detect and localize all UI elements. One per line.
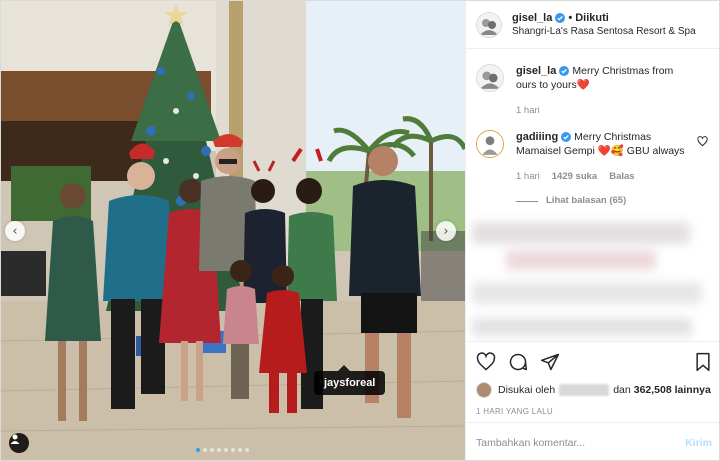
caption-body: gisel_la Merry Christmas from ours to you… bbox=[516, 64, 691, 118]
instagram-post-modal: ‹ › jaysforeal gisel_la • Diikuti Shangr… bbox=[0, 0, 720, 461]
bookmark-icon[interactable] bbox=[694, 352, 712, 372]
carousel-dot bbox=[217, 448, 221, 452]
carousel-dot bbox=[196, 448, 200, 452]
likes-prefix: Disukai oleh bbox=[498, 384, 556, 396]
reply-button[interactable]: Balas bbox=[609, 170, 634, 184]
user-tags-icon[interactable] bbox=[9, 433, 29, 453]
author-username[interactable]: gisel_la bbox=[512, 11, 552, 25]
likes-count[interactable]: 362,508 lainnya bbox=[634, 384, 711, 396]
carousel-dot bbox=[203, 448, 207, 452]
comment-emoji: ❤️🥰 bbox=[597, 145, 624, 157]
photo-illustration bbox=[1, 1, 465, 460]
previous-photo-button[interactable]: ‹ bbox=[5, 221, 25, 241]
comment-composer: Kirim bbox=[466, 422, 719, 460]
carousel-dot bbox=[238, 448, 242, 452]
avatar-image bbox=[477, 131, 503, 157]
commenter-avatar[interactable] bbox=[476, 130, 504, 158]
post-location[interactable]: Shangri-La's Rasa Sentosa Resort & Spa bbox=[512, 25, 696, 39]
likes-summary: Disukai oleh dan 362,508 lainnya bbox=[476, 382, 712, 398]
caption-username[interactable]: gisel_la bbox=[516, 65, 556, 77]
post-photo[interactable]: ‹ › jaysforeal bbox=[1, 1, 465, 460]
comment-input[interactable] bbox=[476, 436, 686, 449]
likes-middle: dan bbox=[613, 384, 631, 396]
post-comment-button[interactable]: Kirim bbox=[685, 437, 712, 449]
carousel-indicator bbox=[196, 448, 249, 452]
header-text: gisel_la • Diikuti Shangri-La's Rasa Sen… bbox=[512, 11, 696, 39]
carousel-dot bbox=[224, 448, 228, 452]
comment-suffix: GBU always bbox=[626, 145, 685, 157]
author-avatar[interactable] bbox=[476, 11, 502, 38]
caption-emoji: ❤️ bbox=[576, 79, 590, 91]
post-actions: Disukai oleh dan 362,508 lainnya 1 HARI … bbox=[466, 341, 719, 416]
follow-status-button[interactable]: Diikuti bbox=[575, 11, 609, 25]
comment-like-heart-icon[interactable] bbox=[697, 136, 708, 147]
liker-avatar[interactable] bbox=[476, 382, 492, 398]
verified-badge-icon bbox=[561, 132, 572, 143]
caption-comment: gisel_la Merry Christmas from ours to you… bbox=[476, 64, 712, 118]
caption-age[interactable]: 1 hari bbox=[516, 104, 540, 118]
photo-user-tag[interactable]: jaysforeal bbox=[314, 365, 386, 395]
carousel-dot bbox=[231, 448, 235, 452]
post-timestamp[interactable]: 1 HARI YANG LALU bbox=[476, 407, 712, 416]
avatar-image bbox=[477, 65, 503, 91]
verified-badge-icon bbox=[555, 12, 566, 23]
share-send-icon[interactable] bbox=[540, 352, 560, 372]
comment-body: gadiiing Merry Christmas Mamaisel Gempi ❤… bbox=[516, 130, 691, 208]
caption-avatar[interactable] bbox=[476, 64, 504, 92]
comment-bubble-icon[interactable] bbox=[508, 352, 528, 372]
verified-badge-icon bbox=[559, 66, 570, 77]
blurred-liker-name bbox=[559, 384, 610, 396]
comments-list[interactable]: gisel_la Merry Christmas from ours to you… bbox=[466, 50, 719, 341]
post-header: gisel_la • Diikuti Shangri-La's Rasa Sen… bbox=[466, 1, 719, 49]
view-replies-button[interactable]: Lihat balasan (65) bbox=[516, 194, 691, 208]
next-photo-button[interactable]: › bbox=[436, 221, 456, 241]
carousel-dot bbox=[245, 448, 249, 452]
comment-age[interactable]: 1 hari bbox=[516, 170, 540, 184]
comment-like-count[interactable]: 1429 suka bbox=[552, 170, 597, 184]
carousel-dot bbox=[210, 448, 214, 452]
like-heart-icon[interactable] bbox=[476, 352, 496, 372]
commenter-username[interactable]: gadiiing bbox=[516, 131, 558, 143]
avatar-image bbox=[477, 12, 501, 37]
post-side-panel: gisel_la • Diikuti Shangri-La's Rasa Sen… bbox=[465, 1, 719, 460]
comment-item: gadiiing Merry Christmas Mamaisel Gempi ❤… bbox=[476, 130, 712, 208]
header-separator: • bbox=[568, 11, 573, 24]
